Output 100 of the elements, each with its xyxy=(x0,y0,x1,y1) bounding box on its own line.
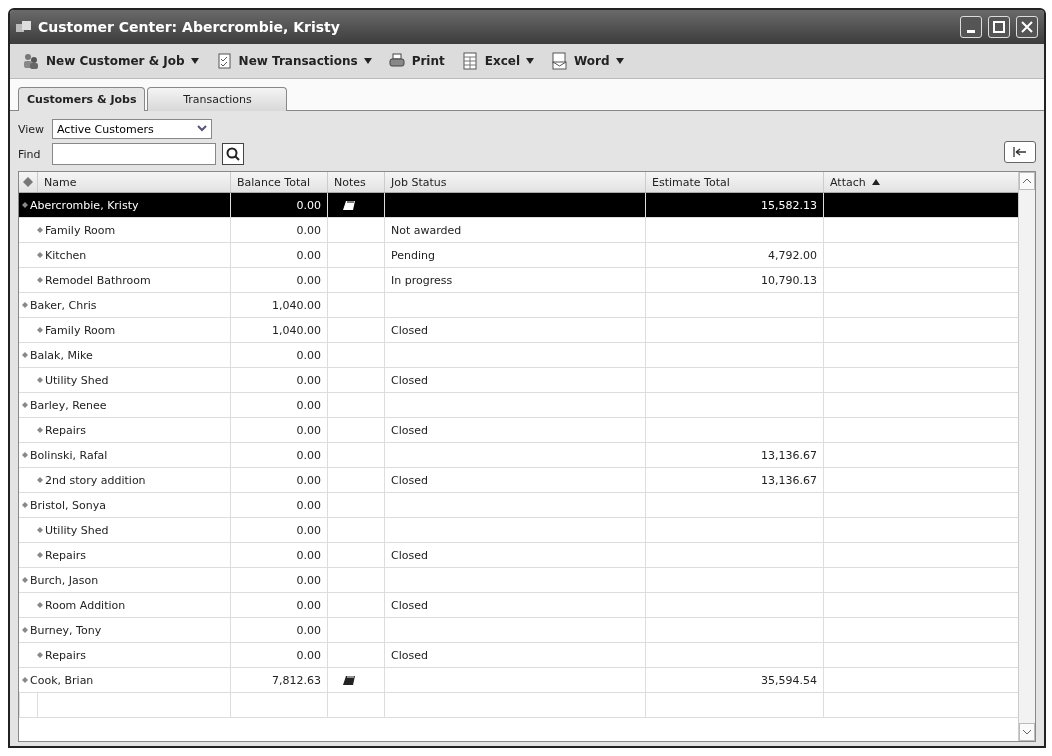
name-cell: Remodel Bathroom xyxy=(45,273,151,287)
balance-cell: 0.00 xyxy=(230,393,327,417)
balance-cell: 0.00 xyxy=(230,643,327,667)
diamond-icon xyxy=(37,477,43,483)
diamond-icon xyxy=(37,527,43,533)
name-cell: Abercrombie, Kristy xyxy=(30,198,139,212)
view-dropdown[interactable]: Active Customers xyxy=(52,119,212,139)
table-row[interactable]: Balak, Mike 0.00 xyxy=(19,343,1018,368)
caret-icon xyxy=(363,58,372,64)
note-icon xyxy=(342,674,356,686)
balance-cell: 0.00 xyxy=(230,493,327,517)
estimate-cell: 13,136.67 xyxy=(761,473,817,487)
column-header[interactable]: Job Status xyxy=(384,172,645,192)
table-row[interactable]: Bolinski, Rafal 0.00 13,136.67 xyxy=(19,443,1018,468)
job-status-cell: Not awarded xyxy=(391,223,462,237)
table-row[interactable]: Repairs 0.00 Closed xyxy=(19,543,1018,568)
minimize-button[interactable] xyxy=(960,16,982,38)
balance-cell: 0.00 xyxy=(230,518,327,542)
job-status-cell: In progress xyxy=(391,273,453,287)
tab[interactable]: Transactions xyxy=(147,87,288,111)
close-button[interactable] xyxy=(1016,16,1038,38)
table-row[interactable]: Family Room 1,040.00 Closed xyxy=(19,318,1018,343)
table-row[interactable]: Repairs 0.00 Closed xyxy=(19,418,1018,443)
search-button[interactable] xyxy=(222,143,244,165)
name-cell: Burch, Jason xyxy=(30,573,99,587)
table-row[interactable]: Abercrombie, Kristy 0.00 15,582.13 xyxy=(19,193,1018,218)
table-row[interactable]: Repairs 0.00 Closed xyxy=(19,643,1018,668)
name-cell: 2nd story addition xyxy=(45,473,146,487)
diamond-icon xyxy=(22,677,28,683)
table-row[interactable]: Kitchen 0.00 Pending 4,792.00 xyxy=(19,243,1018,268)
column-header[interactable]: Balance Total xyxy=(230,172,327,192)
tab[interactable]: Customers & Jobs xyxy=(18,87,146,111)
name-cell: Room Addition xyxy=(45,598,126,612)
job-status-cell: Closed xyxy=(391,648,428,662)
name-cell: Bristol, Sonya xyxy=(30,498,106,512)
name-cell: Utility Shed xyxy=(45,373,109,387)
diamond-icon xyxy=(22,502,28,508)
window-title: Customer Center: Abercrombie, Kristy xyxy=(38,19,341,35)
table-row[interactable]: Room Addition 0.00 Closed xyxy=(19,593,1018,618)
diamond-icon xyxy=(37,327,43,333)
balance-cell: 0.00 xyxy=(230,568,327,592)
name-cell: Burney, Tony xyxy=(30,623,102,637)
toolbar-button[interactable]: New Customer & Job xyxy=(20,50,201,72)
table-row[interactable]: Burney, Tony 0.00 xyxy=(19,618,1018,643)
table-row[interactable]: Remodel Bathroom 0.00 In progress 10,790.13 xyxy=(19,268,1018,293)
table-row[interactable]: 2nd story addition 0.00 Closed 13,136.67 xyxy=(19,468,1018,493)
name-cell: Family Room xyxy=(45,223,116,237)
balance-cell: 0.00 xyxy=(230,443,327,467)
job-status-cell: Closed xyxy=(391,373,428,387)
scroll-down-icon xyxy=(1023,729,1031,735)
caret-icon xyxy=(615,58,624,64)
job-status-cell: Closed xyxy=(391,548,428,562)
table-row[interactable]: Utility Shed 0.00 xyxy=(19,518,1018,543)
arrow-to-left-icon xyxy=(1013,147,1027,157)
diamond-icon xyxy=(37,552,43,558)
job-status-cell: Closed xyxy=(391,598,428,612)
name-cell: Kitchen xyxy=(45,248,87,262)
name-cell: Baker, Chris xyxy=(30,298,97,312)
table-row[interactable]: Utility Shed 0.00 Closed xyxy=(19,368,1018,393)
estimate-cell: 4,792.00 xyxy=(768,248,817,262)
minimize-icon xyxy=(967,29,975,33)
balance-cell: 0.00 xyxy=(230,468,327,492)
diamond-icon xyxy=(22,202,28,208)
scroll-up-icon xyxy=(1023,178,1031,184)
collapse-button[interactable] xyxy=(1004,141,1036,163)
maximize-button[interactable] xyxy=(988,16,1010,38)
toolbar-button[interactable]: Excel xyxy=(458,50,537,72)
table-row[interactable]: Burch, Jason 0.00 xyxy=(19,568,1018,593)
name-cell: Cook, Brian xyxy=(30,673,94,687)
table-row[interactable]: Bristol, Sonya 0.00 xyxy=(19,493,1018,518)
table-row[interactable]: Baker, Chris 1,040.00 xyxy=(19,293,1018,318)
caret-icon xyxy=(526,58,535,64)
toolbar-button[interactable]: New Transactions xyxy=(212,50,374,72)
toolbar-button[interactable]: Print xyxy=(385,50,447,72)
column-header[interactable]: Notes xyxy=(327,172,384,192)
diamond-icon xyxy=(22,302,28,308)
column-header[interactable]: Estimate Total xyxy=(645,172,823,192)
toolbar-button[interactable]: Word xyxy=(548,50,626,72)
table-row[interactable]: Cook, Brian 7,812.63 35,594.54 xyxy=(19,668,1018,693)
balance-cell: 0.00 xyxy=(230,343,327,367)
find-label: Find xyxy=(18,147,42,161)
note-icon xyxy=(342,199,356,211)
name-cell: Repairs xyxy=(45,423,86,437)
job-status-cell: Closed xyxy=(391,423,428,437)
view-label: View xyxy=(18,122,46,136)
table-row[interactable]: Family Room 0.00 Not awarded xyxy=(19,218,1018,243)
table-row[interactable]: Barley, Renee 0.00 xyxy=(19,393,1018,418)
job-status-cell: Closed xyxy=(391,323,428,337)
balance-cell: 0.00 xyxy=(230,243,327,267)
name-cell: Balak, Mike xyxy=(30,348,93,362)
spreadsheet-icon xyxy=(460,52,479,70)
name-cell: Family Room xyxy=(45,323,116,337)
balance-cell: 0.00 xyxy=(230,418,327,442)
column-header[interactable]: Name xyxy=(37,172,230,192)
scrollbar[interactable] xyxy=(1018,172,1035,741)
find-field[interactable] xyxy=(52,143,216,165)
diamond-icon xyxy=(37,252,43,258)
diamond-icon xyxy=(37,652,43,658)
app-icon xyxy=(16,20,32,34)
balance-cell: 0.00 xyxy=(230,218,327,242)
